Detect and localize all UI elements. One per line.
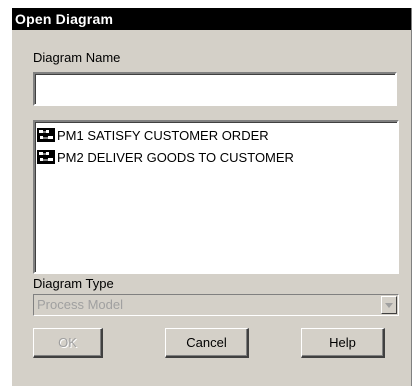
diagram-file-icon [37,128,55,142]
cancel-button[interactable]: Cancel [165,328,249,358]
diagram-file-icon [37,150,55,164]
open-diagram-dialog: Open Diagram Diagram Name PM1 SATISFY CU… [12,8,412,386]
chevron-down-icon[interactable] [381,296,397,314]
diagram-name-input[interactable] [33,72,397,106]
diagram-type-select[interactable]: Process Model [33,294,399,316]
diagram-name-label: Diagram Name [33,50,121,65]
ok-button[interactable]: OK [33,328,103,358]
diagram-type-label: Diagram Type [33,276,114,291]
list-item-label: PM1 SATISFY CUSTOMER ORDER [57,127,269,143]
list-item[interactable]: PM1 SATISFY CUSTOMER ORDER [35,124,397,146]
list-item-label: PM2 DELIVER GOODS TO CUSTOMER [57,149,294,165]
list-item[interactable]: PM2 DELIVER GOODS TO CUSTOMER [35,146,397,168]
diagram-type-value: Process Model [37,297,123,312]
help-button[interactable]: Help [301,328,385,358]
dialog-title: Open Diagram [12,8,411,30]
diagram-list[interactable]: PM1 SATISFY CUSTOMER ORDER PM2 DELIVER G… [33,120,399,274]
